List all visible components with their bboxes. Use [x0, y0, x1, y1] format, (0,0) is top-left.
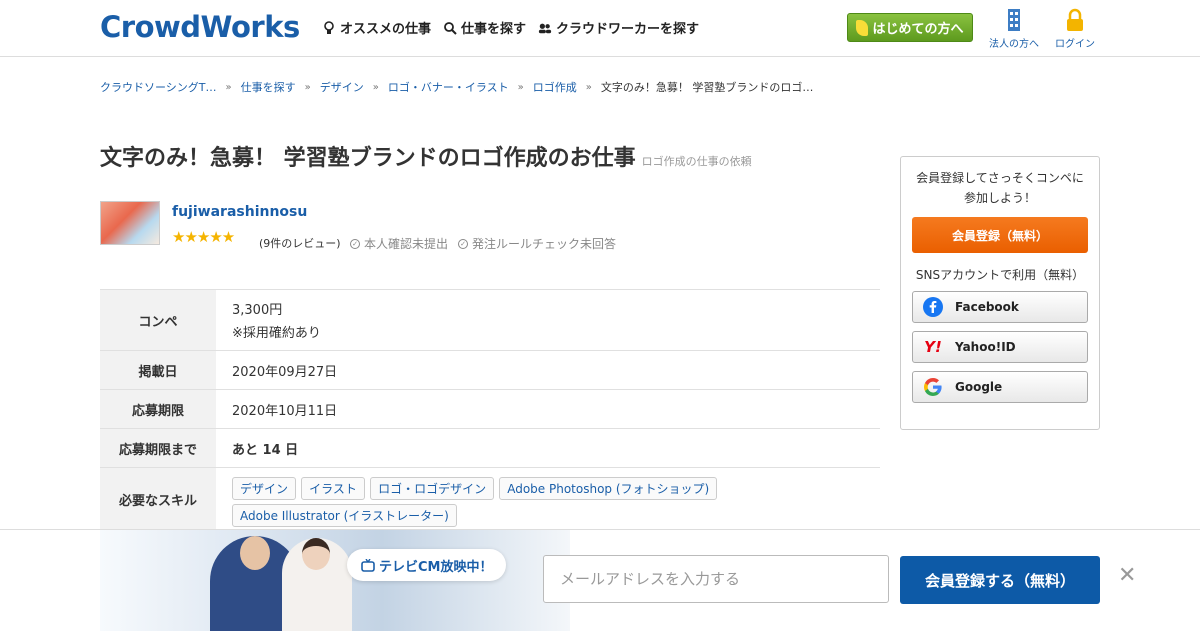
breadcrumb-item[interactable]: 仕事を探す	[241, 79, 296, 95]
job-details-table: コンペ 3,300円 ※採用確約あり 掲載日 2020年09月27日 応募期限 2…	[100, 289, 880, 532]
skill-tag[interactable]: イラスト	[301, 476, 365, 500]
breadcrumb-separator: »	[304, 81, 311, 93]
building-icon	[1008, 9, 1020, 31]
search-icon	[444, 21, 457, 35]
breadcrumb-separator: »	[585, 81, 592, 93]
skills-cell: デザイン イラスト ロゴ・ロゴデザイン Adobe Photoshop (フォト…	[216, 467, 880, 532]
row-label: 応募期限	[100, 389, 216, 429]
breadcrumb-item[interactable]: ロゴ作成	[533, 79, 577, 95]
skill-tag[interactable]: Adobe Illustrator (イラストレーター)	[232, 503, 457, 527]
table-row: 必要なスキル デザイン イラスト ロゴ・ロゴデザイン Adobe Photosh…	[100, 467, 880, 532]
breadcrumb-separator: »	[225, 81, 232, 93]
tvcm-badge: テレビCM放映中！	[347, 549, 507, 581]
row-label: コンペ	[100, 289, 216, 351]
row-value: 2020年10月11日	[216, 389, 880, 429]
yahoo-login-button[interactable]: Y! Yahoo!ID	[912, 331, 1088, 363]
main-nav: オススメの仕事 仕事を探す クラウドワーカーを探す	[322, 18, 699, 37]
client-name[interactable]: fujiwarashinnosu	[172, 204, 307, 220]
beginner-button[interactable]: はじめての方へ	[847, 13, 973, 42]
crowdworks-logo[interactable]: CrowdWorks	[100, 10, 300, 44]
lock-icon	[1067, 8, 1083, 31]
row-label: 掲載日	[100, 350, 216, 390]
breadcrumb: クラウドソーシングT… » 仕事を探す » デザイン » ロゴ・バナー・イラスト » ロ…	[100, 79, 813, 95]
row-label: 応募期限まで	[100, 428, 216, 468]
site-header: CrowdWorks オススメの仕事 仕事を探す クラウドワーカーを探す はじめ…	[0, 0, 1200, 57]
close-icon[interactable]: ✕	[1118, 563, 1136, 588]
login-link[interactable]: ログイン	[1055, 8, 1095, 50]
breadcrumb-separator: »	[517, 81, 524, 93]
skill-tag[interactable]: ロゴ・ロゴデザイン	[370, 476, 495, 500]
check-circle-icon: ✓	[458, 238, 468, 249]
table-row: 応募期限 2020年10月11日	[100, 389, 880, 429]
skill-tag[interactable]: Adobe Photoshop (フォトショップ)	[499, 476, 718, 500]
row-label: 必要なスキル	[100, 467, 216, 532]
signup-banner: テレビCM放映中！ 会員登録する（無料） ✕	[0, 529, 1200, 631]
breadcrumb-item[interactable]: ロゴ・バナー・イラスト	[388, 79, 509, 95]
check-circle-icon: ✓	[350, 238, 360, 249]
row-value: 3,300円 ※採用確約あり	[216, 289, 880, 351]
rule-check-status: ✓ 発注ルールチェック未回答	[458, 235, 616, 252]
tv-icon	[361, 558, 375, 572]
review-count[interactable]: (9件のレビュー)	[259, 235, 341, 251]
page-title: 文字のみ！急募！ 学習塾ブランドのロゴ作成のお仕事 ロゴ作成の仕事の依頼	[100, 140, 752, 172]
client-avatar[interactable]	[100, 201, 160, 245]
promo-person-woman	[282, 538, 352, 631]
job-subtitle: ロゴ作成の仕事の依頼	[641, 155, 752, 168]
yahoo-icon: Y!	[924, 338, 942, 356]
signup-message: 会員登録してさっそくコンペに 参加しよう！	[916, 171, 1084, 205]
table-row: コンペ 3,300円 ※採用確約あり	[100, 289, 880, 351]
table-row: 掲載日 2020年09月27日	[100, 350, 880, 390]
breadcrumb-separator: »	[372, 81, 379, 93]
signup-sidebar: 会員登録してさっそくコンペに 参加しよう！ 会員登録（無料） SNSアカウントで利…	[900, 156, 1100, 430]
job-title: 文字のみ！急募！ 学習塾ブランドのロゴ作成のお仕事	[100, 146, 636, 171]
nav-find-workers[interactable]: クラウドワーカーを探す	[538, 18, 699, 37]
row-value: あと 14 日	[216, 428, 880, 468]
skill-tag[interactable]: デザイン	[232, 476, 297, 500]
google-icon	[923, 377, 943, 397]
email-input[interactable]	[543, 555, 889, 603]
rating-stars: ★★★★★	[172, 228, 235, 246]
facebook-icon	[923, 297, 943, 317]
google-login-button[interactable]: Google	[912, 371, 1088, 403]
lightbulb-icon	[324, 20, 334, 34]
banner-register-button[interactable]: 会員登録する（無料）	[900, 556, 1100, 604]
users-icon	[538, 23, 552, 33]
register-button[interactable]: 会員登録（無料）	[912, 217, 1088, 253]
breadcrumb-item[interactable]: デザイン	[320, 79, 364, 95]
breadcrumb-item[interactable]: クラウドソーシングT…	[100, 79, 217, 95]
identity-status: ✓ 本人確認未提出	[350, 235, 448, 252]
nav-recommended[interactable]: オススメの仕事	[322, 18, 431, 37]
nav-find-jobs[interactable]: 仕事を探す	[443, 18, 526, 37]
breadcrumb-current: 文字のみ！急募！ 学習塾ブランドのロゴ…	[600, 81, 814, 94]
corporate-link[interactable]: 法人の方へ	[989, 8, 1039, 50]
table-row: 応募期限まで あと 14 日	[100, 428, 880, 468]
row-value: 2020年09月27日	[216, 350, 880, 390]
sns-label: SNSアカウントで利用（無料）	[915, 268, 1085, 282]
tvcm-promo-image: テレビCM放映中！	[100, 530, 570, 631]
beginner-leaf-icon	[856, 19, 869, 36]
facebook-login-button[interactable]: Facebook	[912, 291, 1088, 323]
